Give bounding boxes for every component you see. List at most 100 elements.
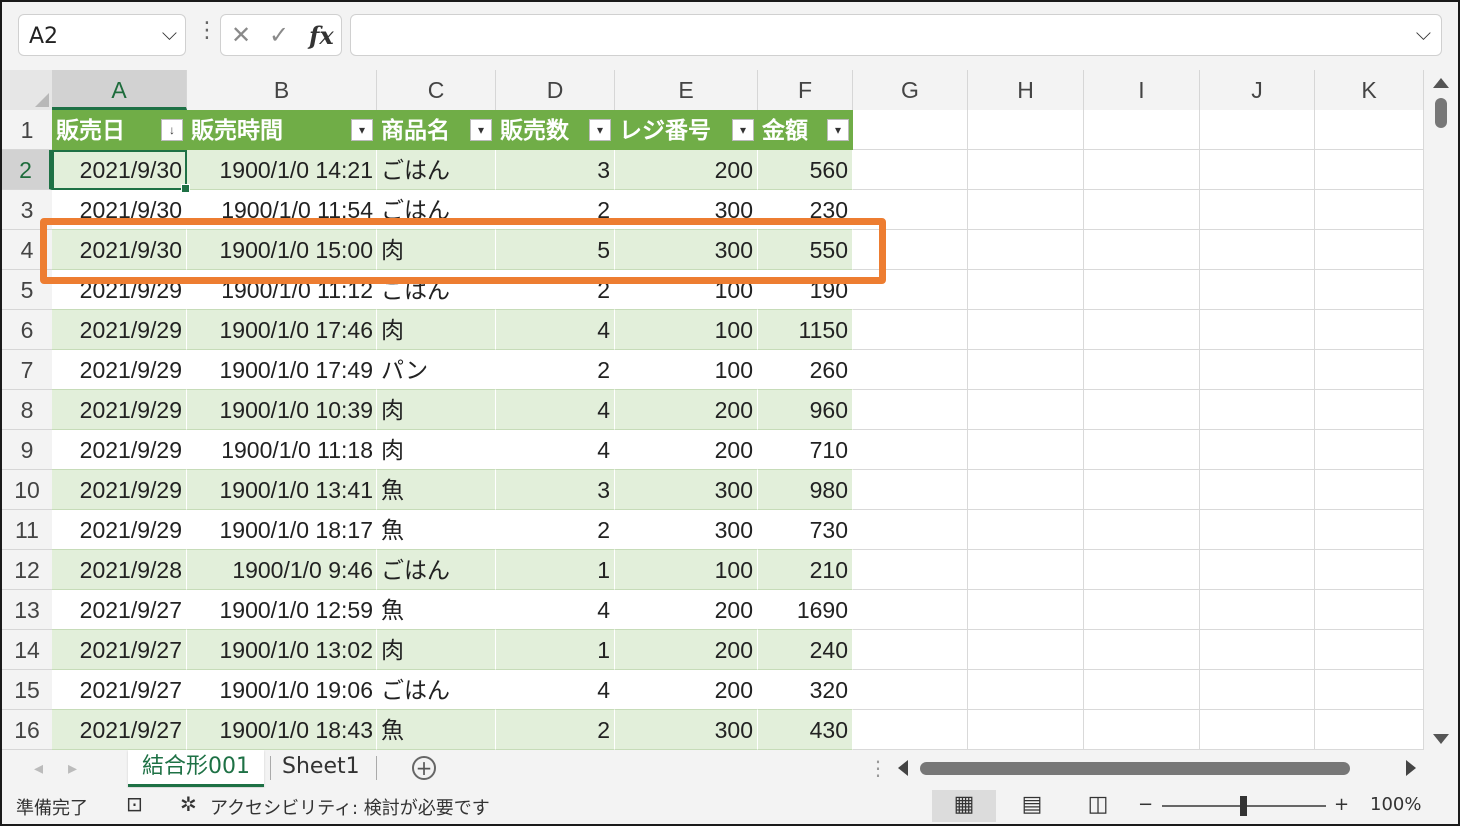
table-cell[interactable]: 730 [758, 510, 853, 550]
empty-cell[interactable] [968, 430, 1084, 470]
table-cell[interactable]: 3 [496, 470, 615, 510]
empty-cell[interactable] [1315, 430, 1424, 470]
table-cell[interactable]: 560 [758, 150, 853, 190]
empty-cell[interactable] [853, 470, 968, 510]
table-cell[interactable]: 100 [615, 350, 758, 390]
table-header-cell[interactable]: 金額 ▾ [758, 110, 853, 150]
scroll-up-icon[interactable] [1433, 78, 1449, 88]
empty-cell[interactable] [1084, 310, 1200, 350]
empty-cell[interactable] [1084, 670, 1200, 710]
name-box[interactable]: A2 ⌵ [18, 14, 186, 56]
accessibility-icon[interactable]: ✲ [180, 792, 197, 816]
table-cell[interactable]: 肉 [377, 630, 496, 670]
table-cell[interactable]: 300 [615, 470, 758, 510]
chevron-down-icon[interactable]: ⌵ [162, 21, 177, 45]
empty-cell[interactable] [1084, 430, 1200, 470]
table-cell[interactable]: 2021/9/29 [52, 430, 187, 470]
table-cell[interactable]: 1900/1/0 19:06 [187, 670, 377, 710]
table-cell[interactable]: 1900/1/0 11:18 [187, 430, 377, 470]
table-cell[interactable]: 320 [758, 670, 853, 710]
table-cell[interactable]: 魚 [377, 470, 496, 510]
empty-cell[interactable] [1200, 470, 1315, 510]
table-header-cell[interactable]: 販売時間 ▾ [187, 110, 377, 150]
empty-cell[interactable] [968, 550, 1084, 590]
empty-cell[interactable] [1315, 670, 1424, 710]
table-cell[interactable]: 1900/1/0 13:02 [187, 630, 377, 670]
table-cell[interactable]: 200 [615, 390, 758, 430]
table-cell[interactable]: 300 [615, 510, 758, 550]
table-cell[interactable]: 200 [615, 590, 758, 630]
table-cell[interactable]: パン [377, 350, 496, 390]
table-cell[interactable]: 2021/9/29 [52, 310, 187, 350]
table-cell[interactable]: ごはん [377, 190, 496, 230]
table-cell[interactable]: 100 [615, 310, 758, 350]
table-cell[interactable]: 2021/9/27 [52, 670, 187, 710]
table-cell[interactable]: 190 [758, 270, 853, 310]
empty-cell[interactable] [968, 630, 1084, 670]
row-header-10[interactable]: 10 [2, 470, 52, 510]
worksheet-grid[interactable]: A B C D E F G H I J K 1 販売日 ↓ 販売時間 ▾ 商品名 ▾ 販売数 ▾ レジ番号 ▾ 金額 ▾ 2 20… [2, 70, 1424, 750]
table-cell[interactable]: 1900/1/0 10:39 [187, 390, 377, 430]
horizontal-scroll-thumb[interactable] [920, 762, 1350, 775]
empty-cell[interactable] [853, 510, 968, 550]
column-header-h[interactable]: H [968, 70, 1084, 110]
vertical-scrollbar[interactable] [1426, 70, 1456, 750]
empty-cell[interactable] [1315, 310, 1424, 350]
empty-cell[interactable] [853, 590, 968, 630]
table-cell[interactable]: 210 [758, 550, 853, 590]
table-cell[interactable]: 2021/9/29 [52, 270, 187, 310]
empty-cell[interactable] [853, 310, 968, 350]
sort-filter-icon[interactable]: ↓ [161, 119, 183, 141]
empty-cell[interactable] [968, 670, 1084, 710]
column-header-i[interactable]: I [1084, 70, 1200, 110]
empty-cell[interactable] [1315, 390, 1424, 430]
macro-recording-icon[interactable]: ⊡ [126, 792, 143, 816]
table-cell[interactable]: 2 [496, 710, 615, 750]
table-cell[interactable]: 2 [496, 190, 615, 230]
empty-cell[interactable] [853, 110, 968, 150]
row-header-3[interactable]: 3 [2, 190, 52, 230]
empty-cell[interactable] [1200, 430, 1315, 470]
table-cell[interactable]: 100 [615, 550, 758, 590]
empty-cell[interactable] [853, 630, 968, 670]
column-header-g[interactable]: G [853, 70, 968, 110]
next-sheet-icon[interactable]: ▸ [68, 758, 77, 779]
empty-cell[interactable] [1084, 710, 1200, 750]
table-cell[interactable]: 2021/9/27 [52, 630, 187, 670]
normal-view-icon[interactable]: ▦ [932, 790, 996, 822]
table-cell[interactable]: 1150 [758, 310, 853, 350]
empty-cell[interactable] [1315, 630, 1424, 670]
table-cell[interactable]: 2021/9/29 [52, 390, 187, 430]
enter-icon[interactable]: ✓ [269, 21, 289, 49]
column-header-c[interactable]: C [377, 70, 496, 110]
empty-cell[interactable] [1315, 190, 1424, 230]
prev-sheet-icon[interactable]: ◂ [34, 758, 43, 779]
empty-cell[interactable] [1200, 350, 1315, 390]
table-cell[interactable]: 200 [615, 150, 758, 190]
empty-cell[interactable] [1315, 150, 1424, 190]
table-cell[interactable]: 300 [615, 190, 758, 230]
table-header-cell[interactable]: 販売数 ▾ [496, 110, 615, 150]
table-cell[interactable]: 肉 [377, 310, 496, 350]
table-header-cell[interactable]: レジ番号 ▾ [615, 110, 758, 150]
table-cell[interactable]: 5 [496, 230, 615, 270]
table-cell[interactable]: 肉 [377, 390, 496, 430]
column-header-f[interactable]: F [758, 70, 853, 110]
empty-cell[interactable] [1200, 390, 1315, 430]
cancel-icon[interactable]: ✕ [231, 21, 251, 49]
column-header-k[interactable]: K [1315, 70, 1424, 110]
table-cell[interactable]: 710 [758, 430, 853, 470]
empty-cell[interactable] [853, 670, 968, 710]
empty-cell[interactable] [1084, 150, 1200, 190]
table-cell[interactable]: 3 [496, 150, 615, 190]
empty-cell[interactable] [968, 390, 1084, 430]
empty-cell[interactable] [1315, 270, 1424, 310]
table-cell[interactable]: 2021/9/29 [52, 350, 187, 390]
row-header-1[interactable]: 1 [2, 110, 52, 150]
table-cell[interactable]: 300 [615, 710, 758, 750]
table-cell[interactable]: 2021/9/29 [52, 470, 187, 510]
row-header-15[interactable]: 15 [2, 670, 52, 710]
empty-cell[interactable] [1200, 310, 1315, 350]
empty-cell[interactable] [968, 510, 1084, 550]
table-cell[interactable]: 4 [496, 390, 615, 430]
